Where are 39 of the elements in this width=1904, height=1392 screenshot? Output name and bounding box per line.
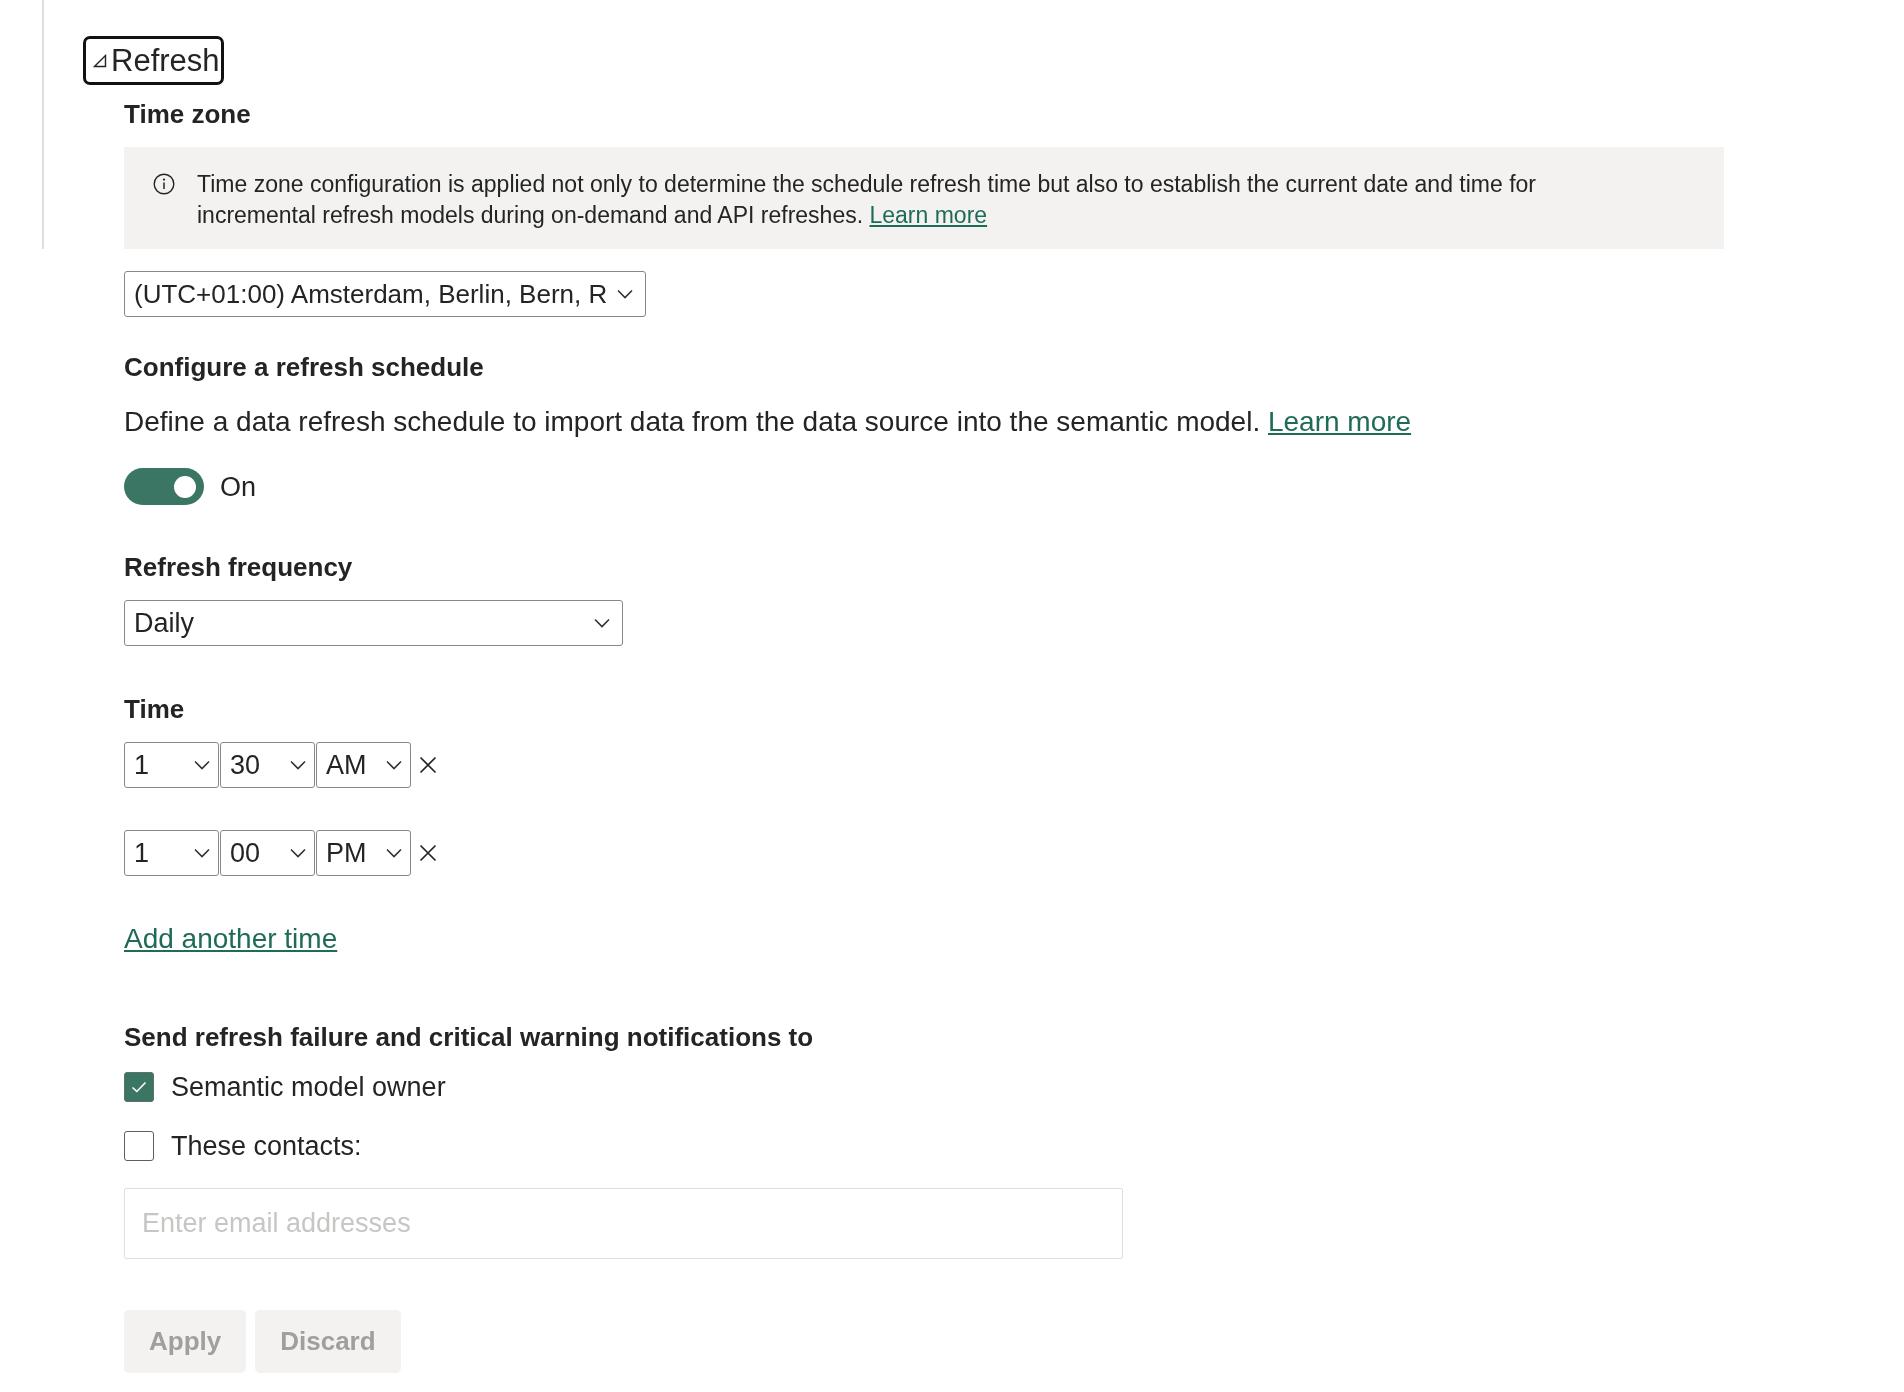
checkmark-icon [131, 1081, 147, 1093]
close-icon[interactable] [419, 844, 437, 862]
chevron-down-icon [290, 848, 306, 858]
section-heading: Send refresh failure and critical warning notifications to [124, 1022, 815, 1052]
triangle-icon [93, 53, 107, 68]
hour-dropdown[interactable]: 1 [124, 830, 219, 876]
checkbox-label: Semantic model owner [171, 1071, 446, 1103]
frequency-dropdown[interactable]: Daily [124, 600, 623, 646]
checkbox[interactable] [124, 1072, 154, 1102]
section-heading: Time zone [124, 99, 252, 129]
checkbox-label: These contacts: [171, 1130, 362, 1162]
learn-more-link[interactable]: Learn more [1267, 406, 1412, 437]
section-header[interactable]: Refresh [83, 36, 224, 85]
period-dropdown[interactable]: PM [316, 830, 411, 876]
period-dropdown[interactable]: AM [316, 742, 411, 788]
add-time-link[interactable]: Add another time [124, 923, 338, 955]
chevron-down-icon [386, 760, 402, 770]
description-text: Define a data refresh schedule to import data from the data source into the semantic model. Learn more [124, 406, 1413, 438]
chevron-down-icon [194, 760, 210, 770]
chevron-down-icon [386, 848, 402, 858]
field-label: Refresh frequency [124, 552, 354, 582]
info-text: Time zone configuration is applied not only to determine the schedule refresh time but also to establish the current date and time for incremental refresh models during on-demand and API refreshes. Learn more [197, 170, 1537, 230]
toggle-label: On [220, 470, 257, 503]
learn-more-link[interactable]: Learn more [869, 202, 988, 228]
field-label: Time [124, 694, 186, 724]
hour-dropdown[interactable]: 1 [124, 742, 219, 788]
info-icon [153, 173, 175, 195]
minute-dropdown[interactable]: 00 [220, 830, 315, 876]
chevron-down-icon [617, 289, 634, 299]
close-icon[interactable] [419, 756, 437, 774]
email-field[interactable]: Enter email addresses [124, 1188, 1123, 1259]
checkbox[interactable] [124, 1131, 154, 1161]
chevron-down-icon [290, 760, 306, 770]
chevron-down-icon [594, 618, 610, 628]
chevron-down-icon [194, 848, 210, 858]
section-heading: Configure a refresh schedule [124, 352, 485, 382]
minute-dropdown[interactable]: 30 [220, 742, 315, 788]
time-zone-dropdown[interactable]: (UTC+01:00) Amsterdam, Berlin, Bern, R [124, 271, 647, 317]
toggle-switch[interactable] [124, 468, 204, 505]
